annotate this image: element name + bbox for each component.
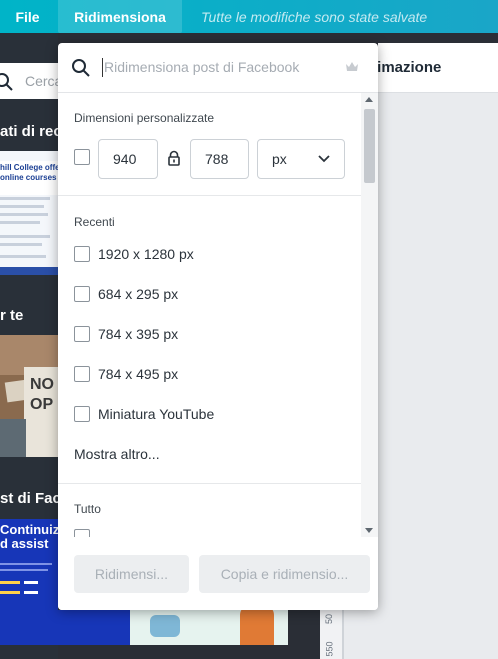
template-thumbnail[interactable]: NO OP bbox=[0, 335, 58, 457]
recent-option-checkbox[interactable] bbox=[74, 286, 90, 302]
resize-dialog: Ridimensiona post di Facebook Dimensioni… bbox=[58, 43, 378, 610]
scrollbar[interactable] bbox=[361, 93, 378, 537]
lock-icon[interactable] bbox=[167, 150, 181, 166]
recent-option-checkbox[interactable] bbox=[74, 246, 90, 262]
section-heading-for-you: r te bbox=[0, 307, 24, 324]
scroll-up-arrow-icon[interactable] bbox=[365, 97, 373, 102]
width-input[interactable]: 940 bbox=[98, 139, 158, 179]
recent-option-checkbox[interactable] bbox=[74, 326, 90, 342]
vertical-ruler: 50 550 bbox=[320, 608, 343, 659]
recent-option-label[interactable]: 784 x 495 px bbox=[98, 366, 178, 382]
template-search-field[interactable]: Cerca bbox=[0, 63, 58, 99]
thumbnail-text: Continuiz d assist bbox=[0, 522, 58, 551]
height-input[interactable]: 788 bbox=[190, 139, 249, 179]
resize-menu-button[interactable]: Ridimensiona bbox=[58, 0, 182, 33]
save-status: Tutte le modifiche sono state salvate bbox=[201, 8, 428, 25]
template-thumbnail-bottom bbox=[58, 610, 130, 645]
search-icon bbox=[72, 59, 90, 77]
section-divider bbox=[58, 195, 361, 196]
template-search-placeholder: Cerca bbox=[25, 73, 58, 89]
custom-size-checkbox[interactable] bbox=[74, 149, 90, 165]
recent-option-label[interactable]: 684 x 295 px bbox=[98, 286, 178, 302]
chevron-down-icon bbox=[318, 155, 330, 163]
dialog-footer: Ridimensi... Copia e ridimensio... bbox=[58, 537, 378, 610]
recent-option-checkbox[interactable] bbox=[74, 366, 90, 382]
all-option-checkbox[interactable] bbox=[74, 529, 90, 537]
animation-tab[interactable]: nimazione bbox=[368, 59, 441, 76]
crown-icon bbox=[346, 62, 358, 71]
templates-panel: Cerca ati di rec hill College offers onl… bbox=[0, 33, 58, 659]
all-title: Tutto bbox=[74, 502, 101, 516]
recent-title: Recenti bbox=[74, 215, 115, 229]
resize-button[interactable]: Ridimensi... bbox=[74, 555, 189, 593]
recent-option-checkbox[interactable] bbox=[74, 406, 90, 422]
text-cursor bbox=[102, 58, 103, 77]
section-heading-facebook-posts: st di Face bbox=[0, 490, 58, 507]
resize-options-list[interactable]: Dimensioni personalizzate 940 788 px Rec… bbox=[58, 93, 378, 537]
resize-search-placeholder: Ridimensiona post di Facebook bbox=[104, 59, 300, 75]
recent-option-label[interactable]: 784 x 395 px bbox=[98, 326, 178, 342]
section-heading-recent-designs: ati di rec bbox=[0, 123, 58, 140]
template-thumbnail[interactable]: hill College offers online courses bbox=[0, 151, 58, 275]
recent-option-label[interactable]: Miniatura YouTube bbox=[98, 406, 214, 422]
ruler-mark: 50 bbox=[324, 613, 335, 625]
scrollbar-thumb[interactable] bbox=[364, 109, 375, 183]
thumbnail-text: hill College offers online courses bbox=[0, 163, 58, 182]
top-toolbar: File Ridimensiona Tutte le modifiche son… bbox=[0, 0, 498, 33]
thumbnail-text: NO OP bbox=[30, 376, 54, 413]
template-thumbnail-bottom-left bbox=[0, 610, 58, 645]
recent-option-label[interactable]: 1920 x 1280 px bbox=[98, 246, 194, 262]
resize-search-bar[interactable]: Ridimensiona post di Facebook bbox=[58, 43, 378, 93]
show-more-link[interactable]: Mostra altro... bbox=[74, 446, 160, 462]
scroll-down-arrow-icon[interactable] bbox=[365, 528, 373, 533]
ruler-mark: 550 bbox=[324, 641, 335, 657]
section-divider bbox=[58, 483, 361, 484]
unit-select[interactable]: px bbox=[257, 139, 345, 179]
file-menu-button[interactable]: File bbox=[0, 0, 55, 33]
custom-size-title: Dimensioni personalizzate bbox=[74, 111, 215, 125]
search-icon bbox=[0, 73, 13, 91]
unit-select-value: px bbox=[272, 151, 287, 167]
editor-tab-bar: nimazione bbox=[368, 43, 498, 93]
copy-and-resize-button[interactable]: Copia e ridimensio... bbox=[199, 555, 370, 593]
